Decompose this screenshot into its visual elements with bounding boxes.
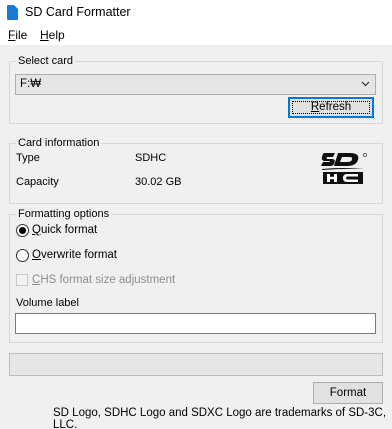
- trademark-notice: SD Logo, SDHC Logo and SDXC Logo are tra…: [53, 407, 387, 429]
- card-information-group-label: Card information: [16, 136, 102, 150]
- overwrite-format-radio[interactable]: [16, 249, 29, 262]
- menu-help-rest: elp: [48, 28, 65, 42]
- capacity-label: Capacity: [16, 176, 59, 188]
- volume-label-input[interactable]: [15, 313, 376, 334]
- title-bar: SD Card Formatter: [0, 0, 392, 25]
- refresh-button[interactable]: Refresh: [288, 97, 374, 118]
- chs-adjustment-checkbox[interactable]: [16, 274, 28, 286]
- menu-help[interactable]: Help: [40, 28, 65, 42]
- volume-label-caption: Volume label: [16, 297, 79, 309]
- select-card-group-label: Select card: [16, 54, 76, 68]
- refresh-focus-rect: [292, 101, 370, 114]
- drive-select-value: F:₩: [20, 78, 42, 90]
- menu-file[interactable]: File: [8, 28, 27, 42]
- chevron-down-icon: [361, 81, 370, 87]
- capacity-value: 30.02 GB: [135, 176, 182, 188]
- formatting-options-group-label: Formatting options: [16, 207, 112, 221]
- quick-format-radio[interactable]: [16, 224, 29, 237]
- menu-help-accel: H: [40, 28, 49, 42]
- overwrite-format-label[interactable]: Overwrite format: [32, 249, 117, 261]
- sdhc-logo-icon: [321, 153, 367, 184]
- format-button[interactable]: Format: [313, 382, 383, 404]
- quick-format-rest: uick format: [40, 224, 98, 236]
- type-label: Type: [16, 152, 40, 164]
- chs-adjustment-rest: HS format size adjustment: [40, 274, 176, 286]
- menu-bar: File Help: [0, 25, 392, 45]
- quick-format-label[interactable]: Quick format: [32, 224, 97, 236]
- sd-card-app-icon: [7, 5, 18, 20]
- type-value: SDHC: [135, 152, 167, 164]
- overwrite-format-rest: verwrite format: [40, 249, 117, 261]
- drive-select[interactable]: F:₩: [15, 74, 376, 95]
- format-progress-bar: [9, 353, 383, 376]
- quick-format-accel: Q: [32, 224, 41, 236]
- chs-adjustment-label[interactable]: CHS format size adjustment: [32, 274, 175, 286]
- overwrite-format-accel: O: [32, 249, 41, 261]
- menu-file-rest: ile: [15, 28, 28, 42]
- window-title: SD Card Formatter: [25, 5, 131, 19]
